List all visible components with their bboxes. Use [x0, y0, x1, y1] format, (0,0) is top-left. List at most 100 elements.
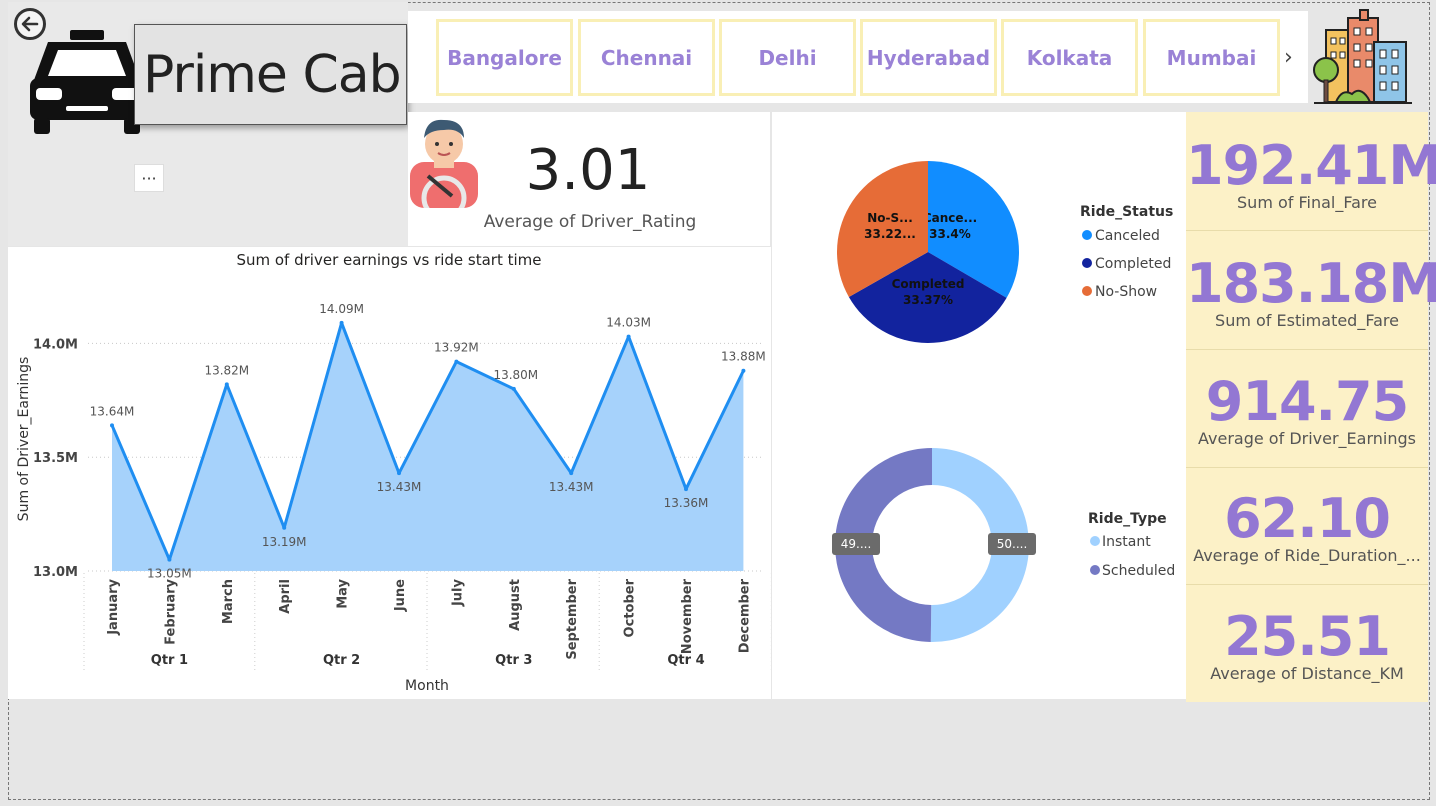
- data-label: 13.88M: [721, 350, 766, 364]
- legend-marker: [1090, 536, 1100, 546]
- y-tick-label: 14.0M: [33, 337, 78, 352]
- city-label: Kolkata: [1026, 45, 1113, 70]
- data-point: [224, 382, 229, 387]
- pie-slice-label: Cance...: [923, 211, 977, 225]
- y-tick-label: 13.5M: [33, 451, 78, 466]
- pie-slice-percent: 33.4%: [929, 227, 971, 241]
- kpi-divider: [1186, 467, 1428, 468]
- taxi-car-icon: [30, 30, 144, 134]
- data-point: [339, 320, 344, 325]
- quarter-label: Qtr 2: [323, 653, 360, 668]
- city-button-1[interactable]: Chennai: [578, 19, 715, 96]
- x-tick-label: November: [680, 578, 695, 654]
- kpi-value: 183.18M: [1186, 252, 1436, 315]
- kpi-distance: 25.51 Average of Distance_KM: [1186, 605, 1428, 683]
- chevron-right-icon[interactable]: ›: [1284, 45, 1293, 70]
- pie-slice-percent: 33.37%: [903, 293, 953, 307]
- x-tick-label: July: [450, 578, 465, 607]
- legend-item: Canceled: [1095, 228, 1160, 244]
- city-label: Chennai: [600, 45, 693, 70]
- data-label: 14.09M: [319, 302, 364, 316]
- data-point: [454, 359, 459, 364]
- legend-item: Scheduled: [1102, 563, 1175, 579]
- kpi-value: 25.51: [1224, 605, 1391, 668]
- legend-marker: [1082, 258, 1092, 268]
- quarter-label: Qtr 3: [495, 653, 532, 668]
- earnings-area-chart[interactable]: Sum of driver earnings vs ride start tim…: [8, 247, 772, 699]
- pie-slice-percent: 33.22...: [864, 227, 916, 241]
- data-point: [511, 386, 516, 391]
- data-label: 13.36M: [664, 496, 709, 510]
- data-point: [626, 334, 631, 339]
- data-point: [569, 471, 574, 476]
- kpi-ride-duration: 62.10 Average of Ride_Duration_...: [1186, 487, 1428, 565]
- data-point: [110, 423, 114, 428]
- city-slicer: Bangalore Chennai Delhi Hyderabad Kolkat…: [408, 11, 1308, 103]
- kpi-value: 62.10: [1224, 487, 1391, 550]
- kpi-estimated-fare: 183.18M Sum of Estimated_Fare: [1186, 252, 1436, 330]
- data-label: 13.43M: [377, 480, 422, 494]
- legend-marker: [1082, 286, 1092, 296]
- legend-title: Ride_Status: [1080, 204, 1173, 220]
- chart-title: Sum of driver earnings vs ride start tim…: [236, 251, 541, 269]
- city-buildings-icon: [1313, 9, 1412, 104]
- ride-status-and-type-charts[interactable]: Cance... 33.4% Completed 33.37% No-S... 33.22…: [772, 112, 1186, 699]
- app-title-box: Prime Cab: [134, 24, 407, 125]
- donut-data-label: 49....: [841, 537, 872, 551]
- ride-charts-card: Cance... 33.4% Completed 33.37% No-S... 33.22…: [772, 112, 1186, 699]
- x-tick-label: January: [106, 578, 121, 635]
- kpi-value: 192.41M: [1186, 134, 1436, 197]
- pie-slice-label: No-S...: [867, 211, 913, 225]
- city-button-2[interactable]: Delhi: [719, 19, 856, 96]
- x-tick-label: October: [623, 578, 638, 637]
- pie-slice-label: Completed: [892, 277, 965, 291]
- data-label: 13.19M: [262, 535, 307, 549]
- city-button-3[interactable]: Hyderabad: [860, 19, 997, 96]
- x-tick-label: August: [508, 579, 523, 631]
- earnings-chart-card: Sum of driver earnings vs ride start tim…: [8, 247, 772, 699]
- legend-marker: [1082, 230, 1092, 240]
- x-tick-label: December: [737, 578, 752, 653]
- city-button-0[interactable]: Bangalore: [436, 19, 573, 96]
- data-point: [741, 368, 746, 373]
- data-point: [167, 557, 172, 562]
- kpi-divider: [1186, 584, 1428, 585]
- y-tick-label: 13.0M: [33, 565, 78, 580]
- more-options-button[interactable]: ···: [134, 164, 164, 192]
- data-label: 13.80M: [493, 368, 538, 382]
- city-button-4[interactable]: Kolkata: [1001, 19, 1138, 96]
- kpi-divider: [1186, 349, 1428, 350]
- x-tick-label: April: [278, 579, 293, 614]
- data-label: 13.43M: [549, 480, 594, 494]
- donut-data-label: 50....: [997, 537, 1028, 551]
- quarter-label: Qtr 1: [151, 653, 188, 668]
- kpi-driver-earnings: 914.75 Average of Driver_Earnings: [1186, 370, 1428, 448]
- x-tick-label: September: [565, 578, 580, 659]
- driver-avatar-icon: [410, 119, 478, 208]
- x-tick-label: June: [393, 579, 408, 612]
- kpi-label: Average of Ride_Duration_...: [1193, 546, 1421, 565]
- data-label: 13.82M: [204, 363, 249, 377]
- quarter-label: Qtr 4: [667, 653, 704, 668]
- kpi-value: 914.75: [1205, 370, 1409, 433]
- city-label: Delhi: [758, 45, 817, 70]
- driver-rating-label: Average of Driver_Rating: [483, 212, 697, 232]
- x-tick-label: May: [336, 578, 351, 608]
- kpi-column: 192.41M Sum of Final_Fare 183.18M Sum of…: [1186, 112, 1436, 702]
- kpi-final-fare: 192.41M Sum of Final_Fare: [1186, 134, 1436, 212]
- legend-item: Completed: [1095, 256, 1171, 272]
- data-point: [282, 525, 287, 530]
- legend-marker: [1090, 565, 1100, 575]
- city-label: Hyderabad: [866, 45, 991, 70]
- driver-rating-value: 3.01: [525, 138, 651, 203]
- data-label: 13.64M: [90, 404, 135, 418]
- data-point: [684, 487, 688, 492]
- data-point: [397, 471, 401, 476]
- legend-title: Ride_Type: [1088, 511, 1167, 527]
- kpi-divider: [1186, 230, 1428, 231]
- legend-item: Instant: [1102, 534, 1151, 550]
- kpi-label: Average of Distance_KM: [1210, 664, 1404, 683]
- city-button-5[interactable]: Mumbai: [1143, 19, 1280, 96]
- app-title: Prime Cab: [143, 44, 402, 105]
- city-label: Bangalore: [447, 45, 562, 70]
